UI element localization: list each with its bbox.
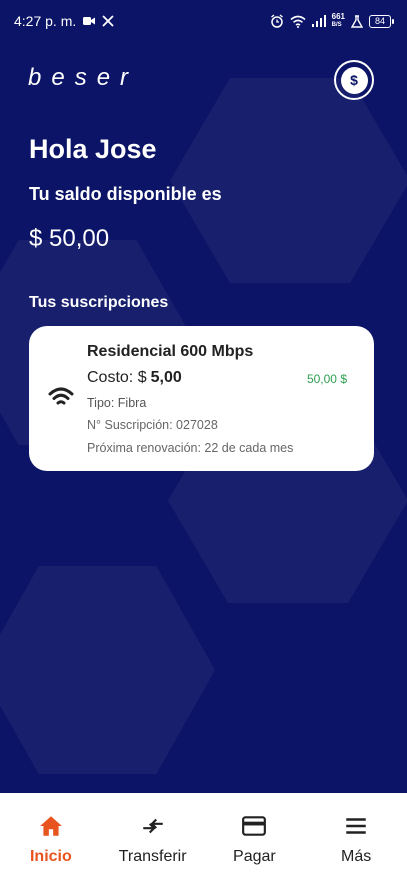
plan-type: Tipo: Fibra (87, 396, 147, 410)
balance-label: Tu saldo disponible es (29, 184, 222, 204)
balance-button[interactable]: $ (334, 60, 374, 100)
nav-item-inicio[interactable]: Inicio (0, 793, 102, 884)
renewal-date: Próxima renovación: 22 de cada mes (87, 441, 294, 455)
alarm-icon (270, 14, 283, 28)
home-screen: 4:27 p. m. 661 B/S 84 beser $ Hola Jose … (0, 0, 407, 884)
wifi-status-icon (290, 15, 306, 28)
subscription-balance: 50,00 $ (306, 372, 347, 386)
home-icon (40, 816, 62, 836)
subscriptions-title: Tus suscripciones (29, 294, 169, 311)
bottom-navigation: Inicio Transferir Pagar Más (0, 793, 407, 884)
plan-cost: Costo: $ 5,00 (87, 369, 182, 386)
status-bar: 4:27 p. m. 661 B/S 84 (0, 0, 407, 42)
nav-item-transferir[interactable]: Transferir (102, 793, 204, 884)
x-logo-icon (102, 15, 114, 27)
nav-item-pagar[interactable]: Pagar (204, 793, 306, 884)
balance-amount: $ 50,00 (29, 225, 110, 252)
subscription-card[interactable]: Residencial 600 Mbps Costo: $ 5,00 50,00… (29, 326, 374, 471)
transfer-icon (142, 818, 163, 834)
beser-logo: beser (28, 66, 178, 90)
card-icon (242, 816, 267, 836)
status-time: 4:27 p. m. (14, 13, 77, 29)
dollar-icon: $ (340, 66, 368, 94)
svg-text:beser: beser (28, 66, 138, 90)
background-hexagon (0, 566, 215, 774)
nav-item-mas[interactable]: Más (305, 793, 407, 884)
subscription-number: N° Suscripción: 027028 (87, 418, 218, 432)
battery-indicator: 84 (369, 14, 394, 28)
greeting: Hola Jose (29, 134, 157, 164)
network-speed: 661 B/S (331, 12, 345, 29)
background-hexagon (170, 78, 407, 283)
wifi-icon (48, 387, 74, 405)
signal-icon (311, 15, 326, 27)
plan-name: Residencial 600 Mbps (87, 343, 254, 360)
menu-icon (346, 818, 366, 834)
video-camera-icon (83, 17, 96, 25)
flask-icon (351, 14, 363, 28)
